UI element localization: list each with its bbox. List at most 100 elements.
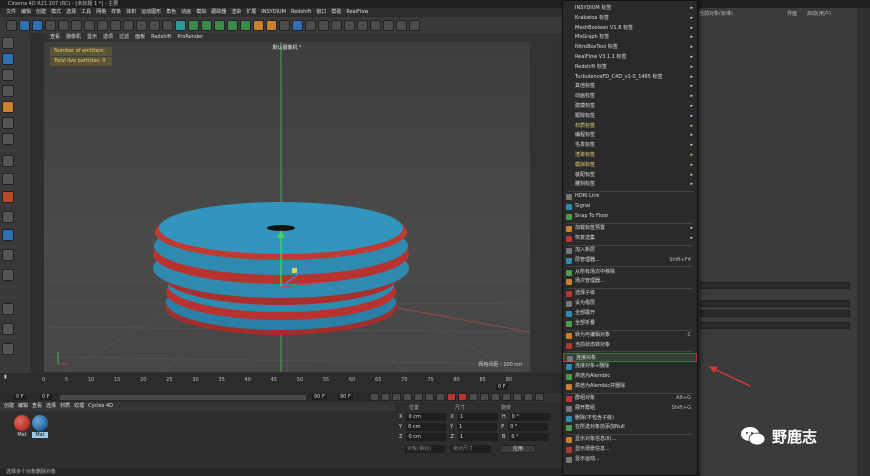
- lock-workplane-icon[interactable]: [2, 269, 14, 281]
- render-settings-icon[interactable]: [162, 19, 173, 31]
- menu-7[interactable]: 样条: [111, 8, 121, 17]
- xp-icon[interactable]: [279, 19, 290, 31]
- context-menu-item[interactable]: 连接对象: [563, 352, 697, 362]
- context-menu-item[interactable]: 雕刻标签 ▸: [563, 180, 697, 189]
- playhead-icon[interactable]: ▮: [2, 374, 9, 380]
- frame-right[interactable]: 0 F: [496, 384, 508, 390]
- context-menu-item[interactable]: 显示对象信息(Ⅱ)...: [563, 435, 697, 444]
- play-icon[interactable]: [403, 393, 412, 401]
- menu-9[interactable]: 运动图形: [141, 8, 161, 17]
- texture-mode-icon[interactable]: [2, 69, 14, 81]
- apply-button[interactable]: 应用: [500, 445, 536, 453]
- position-field[interactable]: 0 cm: [406, 423, 447, 431]
- context-menu-item[interactable]: 场次管理器...: [563, 277, 697, 286]
- rs-camera-icon[interactable]: [305, 19, 316, 31]
- context-menu-item[interactable]: 转为可编辑对象 C: [563, 331, 697, 340]
- z-axis-icon[interactable]: [110, 19, 121, 31]
- context-menu-item[interactable]: 连接对象+删除: [563, 362, 697, 371]
- context-menu-item[interactable]: 毛发标签 ▸: [563, 141, 697, 150]
- context-menu-item[interactable]: MeshBoolean V1.8 标签 ▸: [563, 24, 697, 33]
- viewport-menu-3[interactable]: 选项: [103, 33, 113, 42]
- position-field[interactable]: 0 cm: [406, 433, 447, 441]
- context-menu-item[interactable]: Krakatoa 标签 ▸: [563, 14, 697, 23]
- rs-ipr-icon[interactable]: [383, 19, 394, 31]
- next-key-icon[interactable]: [425, 393, 434, 401]
- rotation-key-icon[interactable]: [502, 393, 511, 401]
- camera-icon[interactable]: [253, 19, 264, 31]
- material-tab-2[interactable]: 查看: [32, 404, 42, 409]
- range-slider[interactable]: [60, 395, 306, 400]
- viewport-solo-icon[interactable]: [2, 249, 14, 261]
- context-menu-item[interactable]: TurbulenceFD_C4D_v1-0_1465 标签 ▸: [563, 73, 697, 82]
- menu-8[interactable]: 体积: [126, 8, 136, 17]
- context-menu-item[interactable]: 设为根层: [563, 299, 697, 308]
- menu-14[interactable]: 渲染: [231, 8, 241, 17]
- next-frame-icon[interactable]: [414, 393, 423, 401]
- current-frame[interactable]: 0 F: [14, 394, 26, 400]
- size-field[interactable]: 1: [457, 413, 498, 421]
- goto-start-icon[interactable]: [370, 393, 379, 401]
- material-tab-4[interactable]: 材质: [60, 404, 70, 409]
- environment-icon[interactable]: [240, 19, 251, 31]
- context-menu-item[interactable]: 烘焙为Alembic: [563, 372, 697, 381]
- redshift-icon[interactable]: [292, 19, 303, 31]
- grab-icon[interactable]: [2, 323, 14, 335]
- viewport-menu-0[interactable]: 查看: [50, 33, 60, 42]
- rotation-field[interactable]: 0 °: [509, 433, 550, 441]
- context-menu-item[interactable]: NitroBoxTool 标签 ▸: [563, 43, 697, 52]
- move-tool-icon[interactable]: [32, 19, 43, 31]
- param-key-icon[interactable]: [513, 393, 522, 401]
- pla-key-icon[interactable]: [524, 393, 533, 401]
- context-menu-item[interactable]: 加入新层: [563, 246, 697, 255]
- end-frame-2[interactable]: 90 F: [338, 394, 353, 400]
- autokey-icon[interactable]: [458, 393, 467, 401]
- material-label-red[interactable]: Mat: [14, 432, 30, 438]
- rs-volume-icon[interactable]: [370, 19, 381, 31]
- position-field[interactable]: 0 cm: [406, 413, 447, 421]
- context-menu-item[interactable]: Signal: [563, 202, 697, 211]
- workplane-icon[interactable]: [2, 85, 14, 97]
- menu-13[interactable]: 跟踪器: [211, 8, 226, 17]
- sculpt-icon[interactable]: [2, 191, 14, 203]
- context-menu-item[interactable]: 全部展开: [563, 309, 697, 318]
- context-menu-item[interactable]: 模拟标签 ▸: [563, 161, 697, 170]
- context-menu-item[interactable]: 群组对象 Alt+G: [563, 394, 697, 403]
- menu-18[interactable]: 窗口: [316, 8, 326, 17]
- viewport-menu-1[interactable]: 摄像机: [66, 33, 81, 42]
- material-swatch-red[interactable]: [14, 415, 30, 431]
- context-menu-item[interactable]: HDRI Link: [563, 192, 697, 201]
- live-select-icon[interactable]: [19, 19, 30, 31]
- context-menu-item[interactable]: Snap To Floor: [563, 212, 697, 221]
- axis-lock-icon[interactable]: [2, 211, 14, 223]
- menu-10[interactable]: 角色: [166, 8, 176, 17]
- brush-icon[interactable]: [2, 303, 14, 315]
- deformer-icon[interactable]: [227, 19, 238, 31]
- context-menu-item[interactable]: 显示场景信息...: [563, 445, 697, 454]
- rotation-field[interactable]: 0 °: [509, 413, 550, 421]
- context-menu-item[interactable]: 编程标签 ▸: [563, 131, 697, 140]
- prev-frame-icon[interactable]: [392, 393, 401, 401]
- y-axis-icon[interactable]: [97, 19, 108, 31]
- context-menu-item[interactable]: 动画标签 ▸: [563, 92, 697, 101]
- menu-17[interactable]: Redshift: [291, 8, 311, 17]
- context-menu-item[interactable]: 建模标签 ▸: [563, 102, 697, 111]
- viewport-menu-4[interactable]: 过滤: [119, 33, 129, 42]
- material-label-blue[interactable]: Mat: [32, 432, 48, 438]
- context-menu-item[interactable]: 加载标签预置 ▸: [563, 224, 697, 233]
- rs-proxy-icon[interactable]: [357, 19, 368, 31]
- motion-icon[interactable]: [535, 393, 544, 401]
- rs-light-icon[interactable]: [318, 19, 329, 31]
- attr-row-4[interactable]: [700, 322, 850, 329]
- undo-icon[interactable]: [6, 19, 17, 31]
- menu-6[interactable]: 网格: [96, 8, 106, 17]
- menu-11[interactable]: 动画: [181, 8, 191, 17]
- cube-icon[interactable]: [175, 19, 186, 31]
- size-mode-select[interactable]: 绝对尺寸: [451, 445, 491, 453]
- x-axis-icon[interactable]: [84, 19, 95, 31]
- subdivision-icon[interactable]: [201, 19, 212, 31]
- rotation-field[interactable]: 0 °: [508, 423, 549, 431]
- material-tab-3[interactable]: 选择: [46, 404, 56, 409]
- scale-key-icon[interactable]: [491, 393, 500, 401]
- context-menu-item[interactable]: 恢复选集 ▸: [563, 234, 697, 243]
- viewport-menu-5[interactable]: 面板: [135, 33, 145, 42]
